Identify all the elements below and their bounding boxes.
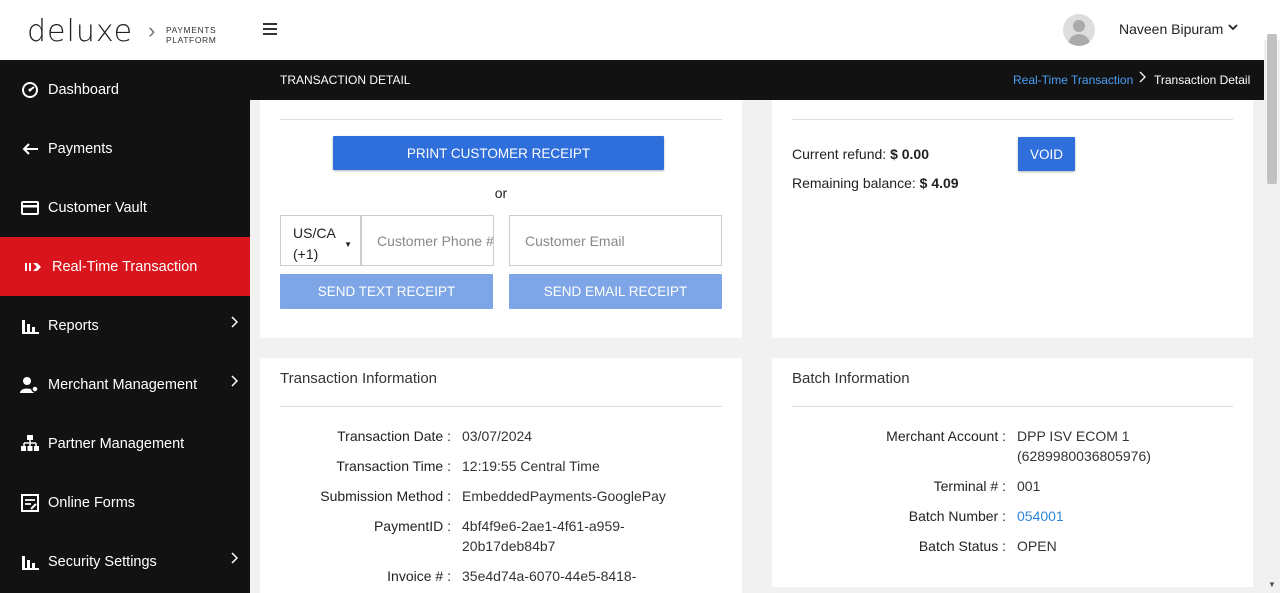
transaction-information-card: Transaction Information Transaction Date… — [260, 358, 742, 593]
sidebar-item-real-time-transaction[interactable]: Real-Time Transaction — [0, 237, 250, 296]
sidebar-item-label: Real-Time Transaction — [52, 258, 198, 275]
remaining-balance-value: $ 4.09 — [919, 175, 959, 191]
page-header: TRANSACTION DETAIL Real-Time Transaction… — [250, 60, 1264, 100]
dashboard-icon — [20, 80, 40, 100]
send-text-receipt-button[interactable]: SEND TEXT RECEIPT — [280, 274, 493, 309]
country-code-line1: US/CA — [293, 225, 336, 241]
logo-sub-line2: PLATFORM — [166, 35, 217, 45]
payment-id-line1: 4bf4f9e6-2ae1-4f61-a959- — [462, 518, 625, 534]
batch-status-label: Batch Status : — [918, 538, 1006, 554]
remaining-balance: Remaining balance: $ 4.09 — [792, 175, 959, 191]
credit-card-icon — [20, 198, 40, 218]
merchant-account-line1: DPP ISV ECOM 1 — [1017, 428, 1130, 444]
scrollbar[interactable]: ▼ — [1264, 34, 1280, 593]
current-refund: Current refund: $ 0.00 — [792, 146, 929, 162]
sidebar-item-label: Security Settings — [48, 553, 157, 570]
bar-chart-icon — [20, 316, 40, 336]
realtime-icon — [24, 257, 44, 277]
form-icon — [20, 493, 40, 513]
logo-chevron-icon: › — [148, 18, 156, 43]
transaction-date-value: 03/07/2024 — [462, 428, 533, 444]
terminal-label: Terminal # : — [933, 478, 1006, 494]
chevron-down-icon[interactable] — [1228, 21, 1238, 35]
divider — [792, 406, 1233, 407]
sidebar-item-label: Reports — [48, 317, 99, 334]
avatar[interactable] — [1063, 14, 1095, 46]
sidebar-item-dashboard[interactable]: Dashboard — [0, 60, 250, 119]
page-title: TRANSACTION DETAIL — [280, 73, 411, 87]
sidebar-item-merchant-management[interactable]: Merchant Management — [0, 355, 250, 414]
section-title: Transaction Information — [280, 370, 438, 387]
chevron-right-icon — [230, 316, 239, 331]
merchant-account-label: Merchant Account : — [886, 428, 1006, 444]
user-gear-icon — [20, 375, 40, 395]
divider — [280, 119, 722, 120]
batch-number-link[interactable]: 054001 — [1017, 506, 1064, 526]
sidebar-item-label: Partner Management — [48, 435, 185, 452]
transaction-time-label: Transaction Time : — [336, 458, 451, 474]
sidebar-item-label: Dashboard — [48, 81, 119, 98]
scroll-down-icon[interactable]: ▼ — [1268, 580, 1276, 589]
void-button[interactable]: VOID — [1018, 137, 1075, 171]
terminal-value: 001 — [1017, 478, 1041, 494]
country-code-line2: (+1) — [293, 246, 319, 262]
hamburger-menu-icon[interactable] — [263, 23, 277, 37]
batch-status-value: OPEN — [1017, 538, 1057, 554]
sidebar-item-label: Payments — [48, 140, 113, 157]
caret-down-icon: ▼ — [344, 240, 352, 249]
sidebar-item-payments[interactable]: Payments — [0, 119, 250, 178]
refund-card: Current refund: $ 0.00 Remaining balance… — [772, 100, 1253, 338]
customer-email-field[interactable]: Customer Email — [509, 215, 722, 266]
hierarchy-icon — [20, 434, 40, 454]
logo-sub-line1: PAYMENTS — [166, 25, 217, 35]
customer-phone-field[interactable]: Customer Phone # — [361, 215, 494, 266]
sidebar-item-online-forms[interactable]: Online Forms — [0, 473, 250, 532]
current-refund-label: Current refund: — [792, 146, 887, 162]
sidebar-item-label: Merchant Management — [48, 376, 198, 393]
current-refund-value: $ 0.00 — [890, 146, 929, 162]
send-email-receipt-button[interactable]: SEND EMAIL RECEIPT — [509, 274, 722, 309]
sidebar-item-partner-management[interactable]: Partner Management — [0, 414, 250, 473]
merchant-account-value: DPP ISV ECOM 1 (6289980036805976) — [1017, 426, 1151, 466]
remaining-balance-label: Remaining balance: — [792, 175, 916, 191]
invoice-label: Invoice # : — [387, 568, 451, 584]
sidebar-item-security-settings[interactable]: Security Settings — [0, 532, 250, 591]
merchant-account-line2: (6289980036805976) — [1017, 448, 1151, 464]
country-code-select[interactable]: US/CA (+1) ▼ — [280, 215, 361, 266]
batch-information-card: Batch Information Merchant Account : DPP… — [772, 358, 1253, 587]
submission-method-label: Submission Method : — [320, 488, 451, 504]
deluxe-logo[interactable]: deluxe — [27, 14, 133, 49]
sidebar-item-reports[interactable]: Reports — [0, 296, 250, 355]
sidebar-item-customer-vault[interactable]: Customer Vault — [0, 178, 250, 237]
batch-number-label: Batch Number : — [908, 508, 1006, 524]
payment-id-line2: 20b17deb84b7 — [462, 538, 556, 554]
breadcrumb-chevron-icon — [1138, 71, 1146, 86]
submission-method-value: EmbeddedPayments-GooglePay — [462, 488, 666, 504]
scrollbar-thumb[interactable] — [1267, 34, 1277, 184]
bar-chart-icon — [20, 552, 40, 572]
divider — [280, 406, 722, 407]
top-bar: deluxe › PAYMENTS PLATFORM Naveen Bipura… — [0, 0, 1280, 60]
breadcrumb-current: Transaction Detail — [1154, 73, 1251, 87]
payment-id-label: PaymentID : — [373, 518, 451, 534]
print-customer-receipt-button[interactable]: PRINT CUSTOMER RECEIPT — [333, 136, 664, 170]
transaction-date-label: Transaction Date : — [337, 428, 451, 444]
chevron-right-icon — [230, 375, 239, 390]
invoice-value: 35e4d74a-6070-44e5-8418- — [462, 568, 637, 584]
logo-subtitle: PAYMENTS PLATFORM — [166, 25, 216, 45]
arrow-left-icon — [20, 139, 40, 159]
user-name[interactable]: Naveen Bipuram — [1119, 21, 1223, 37]
payment-id-value: 4bf4f9e6-2ae1-4f61-a959- 20b17deb84b7 — [462, 516, 625, 556]
sidebar-item-label: Customer Vault — [48, 199, 147, 216]
divider — [792, 119, 1233, 120]
or-text: or — [494, 185, 508, 201]
chevron-right-icon — [230, 552, 239, 567]
breadcrumb-link[interactable]: Real-Time Transaction — [1013, 73, 1133, 87]
receipt-card: PRINT CUSTOMER RECEIPT or US/CA (+1) ▼ C… — [260, 100, 742, 338]
transaction-time-value: 12:19:55 Central Time — [462, 458, 600, 474]
section-title: Batch Information — [792, 370, 910, 387]
sidebar: Dashboard Payments Customer Vault Real-T… — [0, 60, 250, 593]
sidebar-item-label: Online Forms — [48, 494, 136, 511]
